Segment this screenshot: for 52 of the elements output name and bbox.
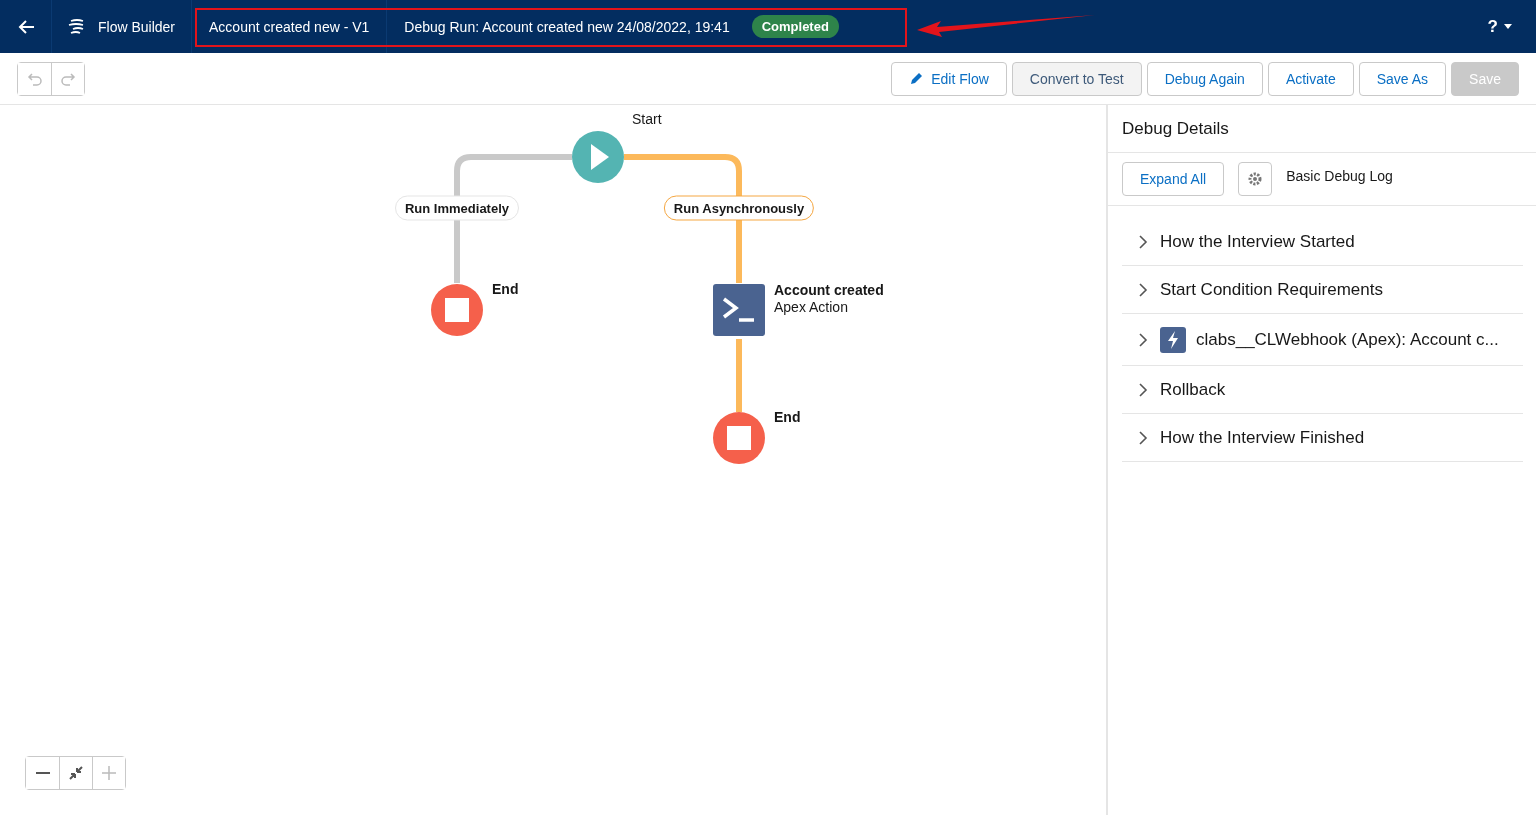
- gear-icon: [1248, 172, 1263, 186]
- action-type: Apex Action: [774, 299, 848, 315]
- start-node-icon[interactable]: [572, 131, 624, 183]
- end-node-icon[interactable]: [713, 412, 765, 464]
- end-label: End: [492, 281, 519, 297]
- debug-section[interactable]: Rollback: [1122, 366, 1523, 414]
- minus-icon: [34, 772, 51, 774]
- debug-run-title: Debug Run: Account created new 24/08/2022, 19:41: [404, 18, 730, 35]
- end-node-icon[interactable]: [431, 284, 483, 336]
- start-label: Start: [632, 111, 662, 127]
- redo-button[interactable]: [51, 62, 84, 95]
- toolbar-button[interactable]: Debug Again: [1146, 61, 1263, 96]
- debug-section[interactable]: How the Interview Finished: [1122, 414, 1523, 462]
- end-label: End: [774, 409, 801, 425]
- help-button[interactable]: ?: [1481, 15, 1518, 38]
- lightning-icon: [1160, 326, 1186, 353]
- section-label: How the Interview Started: [1160, 231, 1355, 252]
- branch-label: Run Asynchronously: [663, 195, 815, 221]
- chevron-icon: [1138, 382, 1148, 397]
- section-label: clabs__CLWebhook (Apex): Account c...: [1196, 329, 1499, 350]
- debug-section[interactable]: How the Interview Started: [1122, 218, 1523, 266]
- chevron-icon: [1138, 282, 1148, 297]
- toolbar-button[interactable]: Convert to Test: [1011, 61, 1142, 96]
- toolbar-button[interactable]: Edit Flow: [891, 61, 1007, 96]
- plus-icon: [101, 765, 117, 781]
- diagonal-arrows-icon: [68, 765, 84, 781]
- chevron-icon: [1138, 234, 1148, 249]
- chevron-icon: [1138, 332, 1148, 347]
- toolbar-button[interactable]: Activate: [1267, 61, 1354, 96]
- expand-all-button[interactable]: Expand All: [1122, 162, 1225, 196]
- panel-title: Debug Details: [1108, 105, 1536, 153]
- status-badge: Completed: [751, 15, 839, 38]
- back-arrow-icon: [16, 18, 35, 35]
- debug-section[interactable]: Start Condition Requirements: [1122, 266, 1523, 314]
- section-label: Start Condition Requirements: [1160, 279, 1383, 300]
- undo-icon: [26, 70, 43, 87]
- flow-icon: [68, 18, 86, 35]
- apex-action-icon[interactable]: [713, 284, 765, 336]
- caret-icon: [1504, 24, 1512, 29]
- app-name: Flow Builder: [98, 18, 176, 35]
- section-label: Rollback: [1160, 379, 1226, 400]
- toolbar-button[interactable]: Save As: [1358, 61, 1447, 96]
- action-title: Account created: [774, 282, 884, 298]
- flow-name: Account created new - V1: [209, 18, 370, 35]
- log-level-label: Basic Debug Log: [1286, 168, 1393, 184]
- section-label: How the Interview Finished: [1160, 427, 1365, 448]
- debug-section[interactable]: clabs__CLWebhook (Apex): Account c...: [1122, 314, 1523, 366]
- branch-label: Run Immediately: [395, 195, 519, 221]
- chevron-icon: [1138, 430, 1148, 445]
- redo-icon: [60, 70, 76, 87]
- settings-button[interactable]: [1238, 162, 1273, 196]
- pencil-icon: [909, 71, 924, 86]
